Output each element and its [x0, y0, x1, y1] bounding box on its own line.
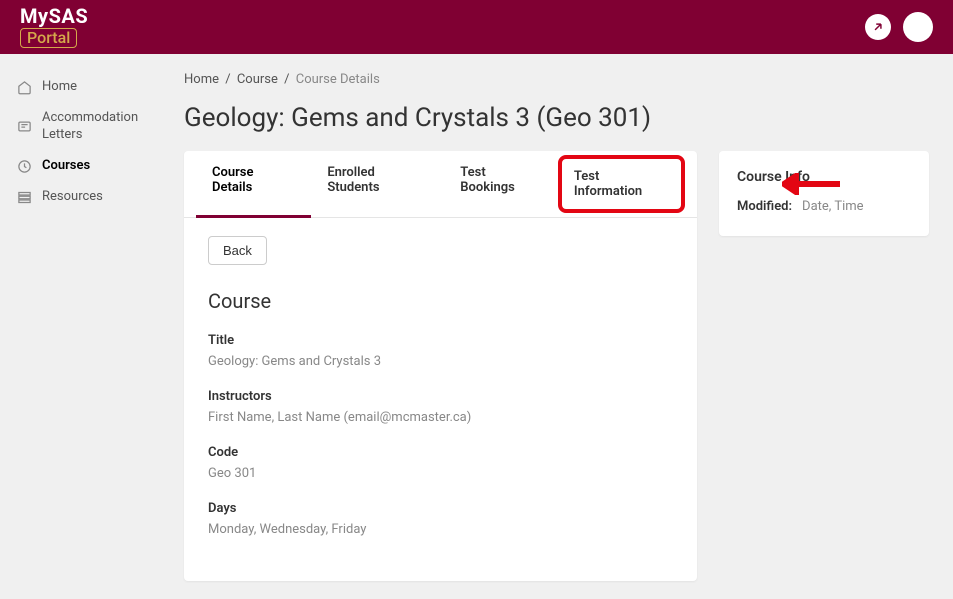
breadcrumb-sep: / [225, 72, 230, 87]
field-value: Monday, Wednesday, Friday [208, 522, 673, 537]
card-body: Back Course Title Geology: Gems and Crys… [184, 218, 697, 581]
field-instructors: Instructors First Name, Last Name (email… [208, 389, 673, 425]
letters-icon [16, 119, 32, 135]
sidebar-item-accommodation-letters[interactable]: Accommodation Letters [0, 103, 160, 151]
field-label: Days [208, 501, 673, 516]
field-label: Instructors [208, 389, 673, 404]
arrow-callout [782, 173, 840, 195]
sidebar-item-home[interactable]: Home [0, 72, 160, 103]
field-value: First Name, Last Name (email@mcmaster.ca… [208, 410, 673, 425]
modified-value: Date, Time [802, 199, 864, 214]
breadcrumb-sep: / [284, 72, 289, 87]
sidebar-item-courses[interactable]: Courses [0, 151, 160, 182]
tabs: Course Details Enrolled Students Test Bo… [184, 151, 697, 218]
sidebar-item-label: Resources [42, 189, 103, 206]
field-title: Title Geology: Gems and Crystals 3 [208, 333, 673, 369]
field-value: Geology: Gems and Crystals 3 [208, 354, 673, 369]
header-right [865, 12, 933, 42]
course-info-row: Modified: Date, Time [737, 199, 911, 214]
external-link-icon[interactable] [865, 14, 891, 40]
logo-top: MySAS [20, 6, 88, 26]
sidebar-item-label: Courses [42, 158, 90, 175]
tab-enrolled-students[interactable]: Enrolled Students [311, 151, 444, 217]
sidebar-item-label: Home [42, 79, 77, 96]
sidebar: Home Accommodation Letters Courses Resou… [0, 54, 160, 599]
modified-label: Modified: [737, 199, 792, 214]
breadcrumb-item[interactable]: Home [184, 72, 219, 87]
main: Home / Course / Course Details Geology: … [160, 54, 953, 599]
field-label: Code [208, 445, 673, 460]
logo-bottom: Portal [20, 28, 77, 48]
breadcrumb: Home / Course / Course Details [184, 72, 929, 87]
field-days: Days Monday, Wednesday, Friday [208, 501, 673, 537]
tab-course-details[interactable]: Course Details [196, 151, 311, 217]
logo[interactable]: MySAS Portal [20, 6, 88, 48]
course-section-title: Course [208, 289, 673, 313]
home-icon [16, 79, 32, 95]
tab-test-information[interactable]: Test Information [558, 155, 685, 213]
layout: Home Accommodation Letters Courses Resou… [0, 54, 953, 599]
field-value: Geo 301 [208, 466, 673, 481]
page-title: Geology: Gems and Crystals 3 (Geo 301) [184, 103, 929, 133]
back-button[interactable]: Back [208, 236, 267, 265]
tab-test-bookings[interactable]: Test Bookings [444, 151, 558, 217]
sidebar-item-label: Accommodation Letters [42, 110, 144, 144]
field-label: Title [208, 333, 673, 348]
content-row: Course Details Enrolled Students Test Bo… [184, 151, 929, 581]
avatar[interactable] [903, 12, 933, 42]
sidebar-item-resources[interactable]: Resources [0, 182, 160, 213]
resources-icon [16, 189, 32, 205]
breadcrumb-item[interactable]: Course [237, 72, 278, 87]
breadcrumb-current: Course Details [296, 72, 380, 87]
field-code: Code Geo 301 [208, 445, 673, 481]
courses-icon [16, 158, 32, 174]
app-header: MySAS Portal [0, 0, 953, 54]
tabs-card: Course Details Enrolled Students Test Bo… [184, 151, 697, 581]
